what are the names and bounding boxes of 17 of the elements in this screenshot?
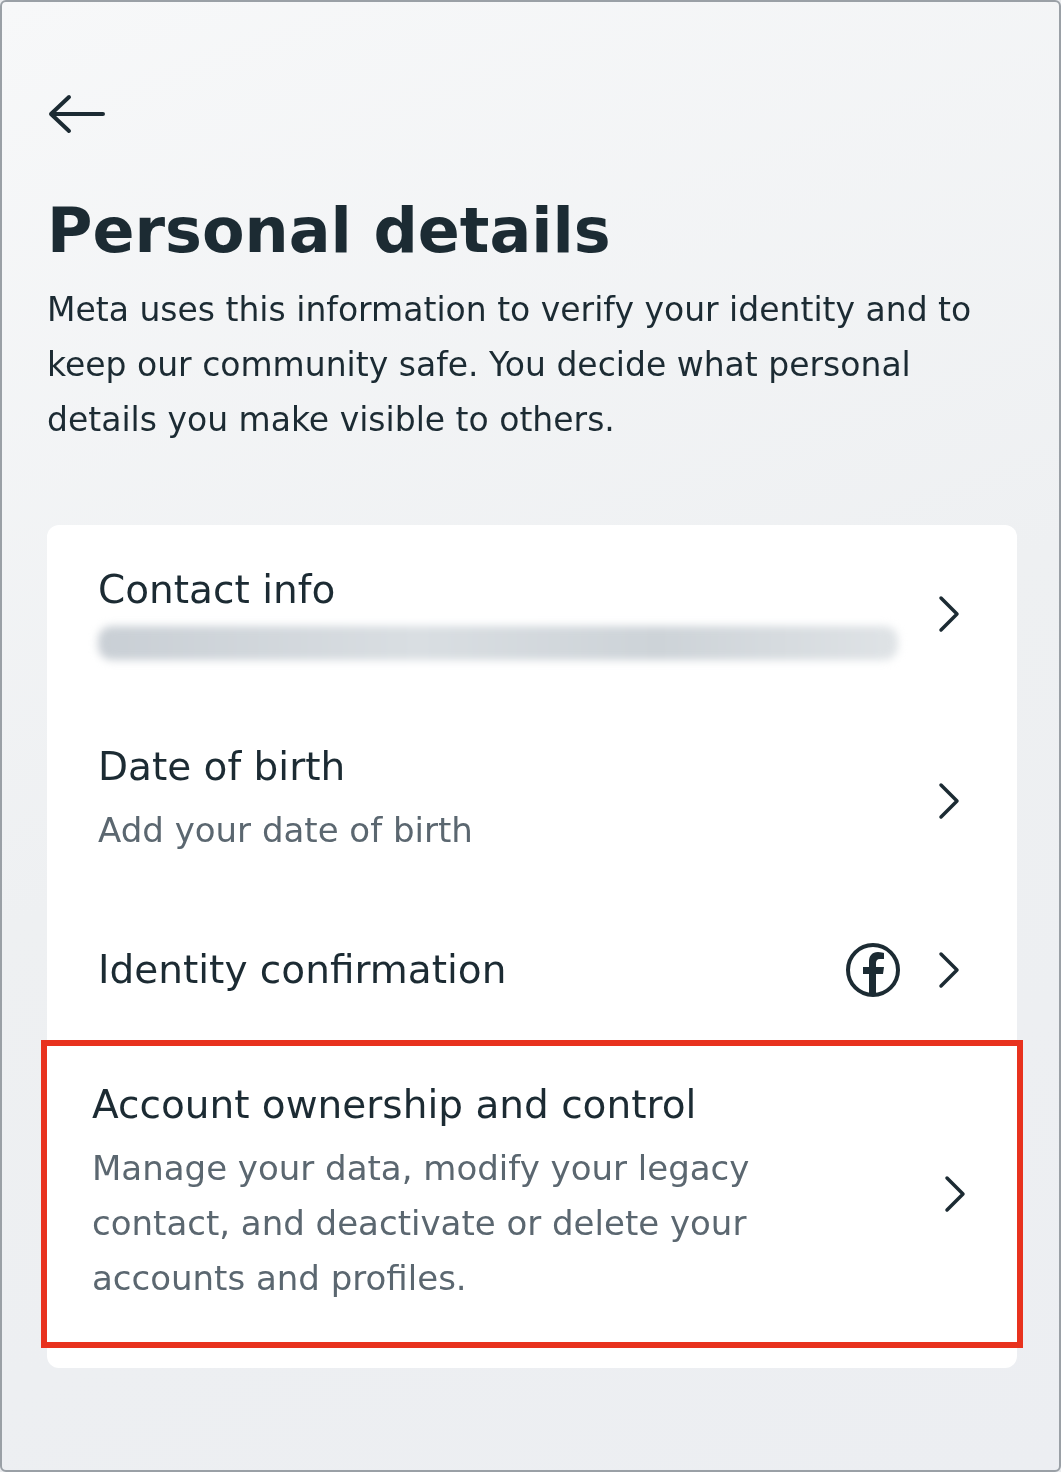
chevron-right-icon — [937, 781, 961, 822]
row-title: Contact info — [98, 567, 337, 615]
chevron-right-icon — [937, 950, 961, 990]
row-subtitle: Add your date of birth — [98, 809, 474, 852]
page-description: Meta uses this information to verify your identity and to keep our community safe. You decide what personal details you make visible to others. — [47, 289, 973, 442]
row-title: Account ownership and control — [92, 1082, 698, 1129]
highlighted-settings-row[interactable]: Account ownership and control Manage your data, modify your legacy contact, and deactivate or delete your accounts and profiles. — [41, 1040, 1023, 1348]
page-title: Personal details — [47, 194, 612, 269]
chevron-right-icon — [937, 593, 961, 634]
settings-row[interactable]: Date of birth Add your date of birth — [47, 702, 1017, 900]
row-title: Date of birth — [98, 744, 347, 791]
back-arrow-icon[interactable] — [47, 94, 105, 134]
settings-row[interactable]: Contact info — [47, 525, 1017, 703]
chevron-right-icon — [943, 1173, 967, 1214]
settings-row[interactable]: Identity confirmation — [47, 900, 1017, 1040]
row-title: Identity confirmation — [98, 946, 508, 994]
row-subtitle: Manage your data, modify your legacy contact, and deactivate or delete your accounts and profiles. — [92, 1146, 751, 1300]
